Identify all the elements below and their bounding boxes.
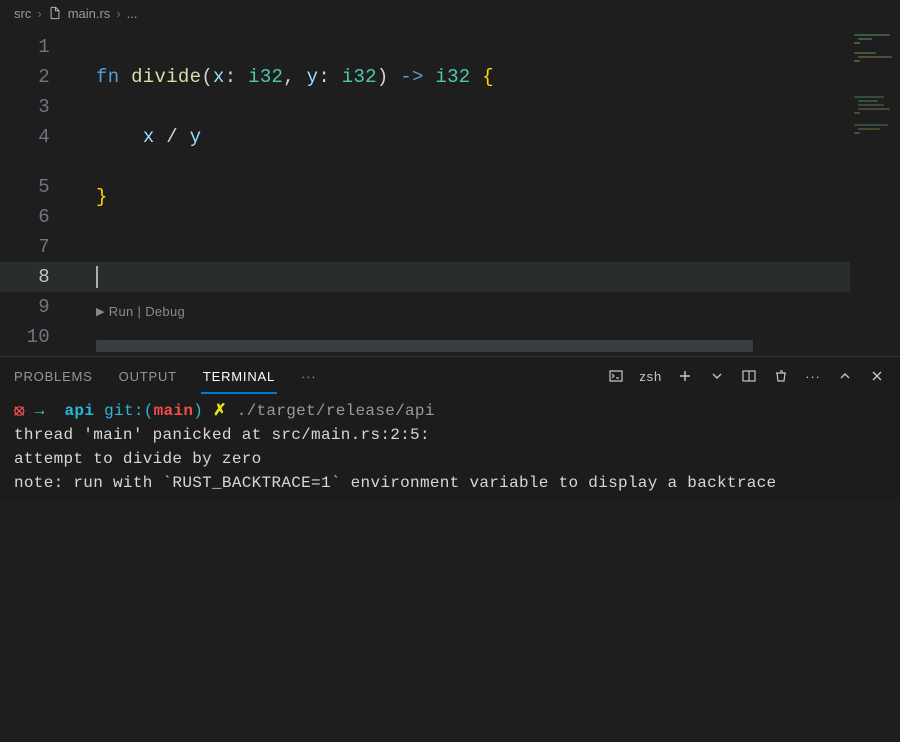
tab-problems[interactable]: PROBLEMS xyxy=(14,369,93,384)
scrollbar-thumb[interactable] xyxy=(96,340,753,352)
terminal-line: note: run with `RUST_BACKTRACE=1` enviro… xyxy=(14,471,886,495)
chevron-right-icon: › xyxy=(116,6,120,21)
file-icon xyxy=(48,6,62,20)
terminal-line: attempt to divide by zero xyxy=(14,447,886,471)
line-number: 7 xyxy=(0,232,50,262)
horizontal-scrollbar[interactable] xyxy=(96,340,860,352)
more-actions-icon[interactable]: ··· xyxy=(804,367,822,385)
code-line[interactable]: x / y xyxy=(96,122,860,152)
prompt-git-prefix: git:( xyxy=(104,402,154,420)
close-panel-icon[interactable] xyxy=(868,367,886,385)
prompt-git-suffix: ) xyxy=(193,402,203,420)
prompt-arrow: → xyxy=(35,402,45,420)
tab-output[interactable]: OUTPUT xyxy=(119,369,177,384)
trash-icon[interactable] xyxy=(772,367,790,385)
code-editor[interactable]: 1 2 3 4 5 6 7 8 9 10 fn divide(x: i32, y… xyxy=(0,26,900,356)
error-badge-icon: ⦻ xyxy=(14,402,25,420)
codelens-run[interactable]: Run xyxy=(109,302,134,322)
line-number: 9 xyxy=(0,292,50,322)
minimap[interactable] xyxy=(850,26,900,346)
code-line[interactable] xyxy=(96,532,860,562)
line-number: 1 xyxy=(0,32,50,62)
chevron-right-icon: › xyxy=(37,6,41,21)
bottom-panel: PROBLEMS OUTPUT TERMINAL ··· zsh ··· ⦻ →… xyxy=(0,356,900,500)
terminal-line: ⦻ → api git:(main) ✗ ./target/release/ap… xyxy=(14,399,886,423)
line-number: 6 xyxy=(0,202,50,232)
tab-terminal[interactable]: TERMINAL xyxy=(203,369,275,384)
line-number: 4 xyxy=(0,122,50,152)
line-number: 10 xyxy=(0,322,50,352)
line-number: 8 xyxy=(0,262,50,292)
breadcrumb-tail[interactable]: ... xyxy=(127,6,138,21)
codelens-sep: | xyxy=(138,302,142,322)
play-icon: ▶ xyxy=(96,302,105,322)
terminal-shell-name[interactable]: zsh xyxy=(639,369,662,384)
breadcrumb-root[interactable]: src xyxy=(14,6,31,21)
maximize-panel-icon[interactable] xyxy=(836,367,854,385)
new-terminal-icon[interactable] xyxy=(676,367,694,385)
terminal-output[interactable]: ⦻ → api git:(main) ✗ ./target/release/ap… xyxy=(0,395,900,495)
line-number: 5 xyxy=(0,172,50,202)
tab-overflow-icon[interactable]: ··· xyxy=(301,369,316,384)
line-number-gutter: 1 2 3 4 5 6 7 8 9 10 xyxy=(0,32,64,352)
panel-tab-bar: PROBLEMS OUTPUT TERMINAL ··· zsh ··· xyxy=(0,357,900,395)
line-number: 2 xyxy=(0,62,50,92)
terminal-profile-icon[interactable] xyxy=(607,367,625,385)
breadcrumb[interactable]: src › main.rs › ... xyxy=(0,0,900,26)
code-line[interactable]: } xyxy=(96,182,860,212)
breadcrumb-file[interactable]: main.rs xyxy=(68,6,111,21)
code-line[interactable] xyxy=(96,652,860,682)
code-line[interactable] xyxy=(96,242,860,272)
prompt-branch: main xyxy=(154,402,194,420)
prompt-repo: api xyxy=(65,402,95,420)
line-number: 3 xyxy=(0,92,50,122)
terminal-line: thread 'main' panicked at src/main.rs:2:… xyxy=(14,423,886,447)
codelens[interactable]: ▶Run | Debug xyxy=(96,302,860,322)
codelens-debug[interactable]: Debug xyxy=(145,302,185,322)
chevron-down-icon[interactable] xyxy=(708,367,726,385)
prompt-dirty-icon: ✗ xyxy=(213,402,227,420)
terminal-command: ./target/release/api xyxy=(237,402,435,420)
code-line[interactable]: fn divide(x: i32, y: i32) -> i32 { xyxy=(96,62,860,92)
code-line[interactable] xyxy=(96,592,860,622)
split-terminal-icon[interactable] xyxy=(740,367,758,385)
